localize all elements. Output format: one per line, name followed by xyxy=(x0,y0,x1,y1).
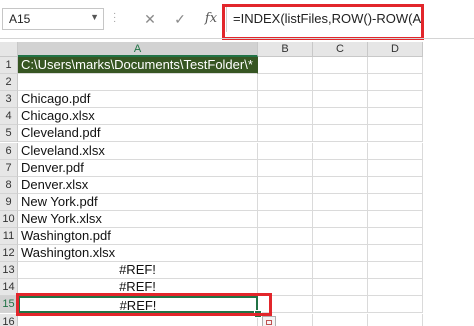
cell-b10[interactable] xyxy=(258,210,313,228)
cell-a8[interactable]: Denver.xlsx xyxy=(18,176,258,194)
column-header-c[interactable]: C xyxy=(313,42,368,57)
row-header-3[interactable]: 3 xyxy=(0,91,18,109)
fill-handle[interactable] xyxy=(254,309,262,318)
cell-d15[interactable] xyxy=(368,296,423,314)
paste-options-icon[interactable] xyxy=(262,315,276,326)
formula-buttons: ✕ ✓ fx xyxy=(128,8,224,30)
cell-c3[interactable] xyxy=(313,91,368,109)
cell-c10[interactable] xyxy=(313,210,368,228)
cell-a12[interactable]: Washington.xlsx xyxy=(18,245,258,263)
cell-d6[interactable] xyxy=(368,142,423,160)
insert-function-icon[interactable]: fx xyxy=(202,8,220,30)
cell-b2[interactable] xyxy=(258,74,313,92)
check-icon[interactable]: ✓ xyxy=(172,8,188,30)
cell-c6[interactable] xyxy=(313,142,368,160)
cell-a4[interactable]: Chicago.xlsx xyxy=(18,108,258,126)
cell-c4[interactable] xyxy=(313,108,368,126)
cell-b6[interactable] xyxy=(258,142,313,160)
cell-a11[interactable]: Washington.pdf xyxy=(18,228,258,246)
cell-d8[interactable] xyxy=(368,176,423,194)
row-header-5[interactable]: 5 xyxy=(0,125,18,143)
name-box[interactable]: A15 ▼ xyxy=(2,8,104,30)
row-header-9[interactable]: 9 xyxy=(0,193,18,211)
cell-a7[interactable]: Denver.pdf xyxy=(18,159,258,177)
cell-b3[interactable] xyxy=(258,91,313,109)
cell-d5[interactable] xyxy=(368,125,423,143)
cell-a14[interactable]: #REF! xyxy=(18,279,258,297)
cell-c2[interactable] xyxy=(313,74,368,92)
cell-d7[interactable] xyxy=(368,159,423,177)
name-box-value: A15 xyxy=(9,12,31,26)
cell-a15[interactable]: #REF! xyxy=(18,296,258,314)
select-all-corner[interactable] xyxy=(0,42,18,57)
cell-a3[interactable]: Chicago.pdf xyxy=(18,91,258,109)
cell-b14[interactable] xyxy=(258,279,313,297)
cell-d4[interactable] xyxy=(368,108,423,126)
cell-d13[interactable] xyxy=(368,262,423,280)
cell-c11[interactable] xyxy=(313,228,368,246)
row-header-6[interactable]: 6 xyxy=(0,142,18,160)
cell-b15[interactable] xyxy=(258,296,313,314)
column-header-d[interactable]: D xyxy=(368,42,423,57)
cell-d14[interactable] xyxy=(368,279,423,297)
divider xyxy=(0,38,474,39)
formula-bar: A15 ▼ · · · ✕ ✓ fx =INDEX(listFiles,ROW()-… xyxy=(0,0,474,40)
cell-d3[interactable] xyxy=(368,91,423,109)
cell-c5[interactable] xyxy=(313,125,368,143)
cell-d1[interactable] xyxy=(368,57,423,75)
cell-d9[interactable] xyxy=(368,193,423,211)
column-header-b[interactable]: B xyxy=(258,42,313,57)
row-header-4[interactable]: 4 xyxy=(0,108,18,126)
row-header-15[interactable]: 15 xyxy=(0,296,18,314)
cell-b9[interactable] xyxy=(258,193,313,211)
cell-c7[interactable] xyxy=(313,159,368,177)
cell-b8[interactable] xyxy=(258,176,313,194)
row-header-7[interactable]: 7 xyxy=(0,159,18,177)
spreadsheet-window: A15 ▼ · · · ✕ ✓ fx =INDEX(listFiles,ROW()-… xyxy=(0,0,474,326)
row-header-10[interactable]: 10 xyxy=(0,210,18,228)
cell-c8[interactable] xyxy=(313,176,368,194)
cell-a13[interactable]: #REF! xyxy=(18,262,258,280)
cell-c13[interactable] xyxy=(313,262,368,280)
cancel-icon[interactable]: ✕ xyxy=(142,8,158,30)
cell-a9[interactable]: New York.pdf xyxy=(18,193,258,211)
cell-c15[interactable] xyxy=(313,296,368,314)
formula-input[interactable]: =INDEX(listFiles,ROW()-ROW(A$2)) xyxy=(226,6,421,32)
grip-dots-icon: · · · xyxy=(113,8,117,27)
cell-c12[interactable] xyxy=(313,245,368,263)
cell-d12[interactable] xyxy=(368,245,423,263)
row-header-14[interactable]: 14 xyxy=(0,279,18,297)
row-header-8[interactable]: 8 xyxy=(0,176,18,194)
cell-d16[interactable] xyxy=(368,313,423,326)
cell-d11[interactable] xyxy=(368,228,423,246)
cell-b13[interactable] xyxy=(258,262,313,280)
chevron-down-icon[interactable]: ▼ xyxy=(90,12,99,22)
row-header-16[interactable]: 16 xyxy=(0,313,18,326)
cell-d2[interactable] xyxy=(368,74,423,92)
cell-c9[interactable] xyxy=(313,193,368,211)
cell-c16[interactable] xyxy=(313,313,368,326)
row-header-11[interactable]: 11 xyxy=(0,228,18,246)
cell-b5[interactable] xyxy=(258,125,313,143)
cell-a1[interactable]: C:\Users\marks\Documents\TestFolder\* xyxy=(18,57,258,75)
cell-b11[interactable] xyxy=(258,228,313,246)
column-header-a[interactable]: A xyxy=(18,42,258,57)
row-header-1[interactable]: 1 xyxy=(0,57,18,75)
cell-d10[interactable] xyxy=(368,210,423,228)
cell-a2[interactable] xyxy=(18,74,258,92)
cell-b12[interactable] xyxy=(258,245,313,263)
cell-a5[interactable]: Cleveland.pdf xyxy=(18,125,258,143)
row-header-13[interactable]: 13 xyxy=(0,262,18,280)
cell-b4[interactable] xyxy=(258,108,313,126)
cell-a6[interactable]: Cleveland.xlsx xyxy=(18,142,258,160)
cell-c1[interactable] xyxy=(313,57,368,75)
cell-a16[interactable] xyxy=(18,313,258,326)
row-header-12[interactable]: 12 xyxy=(0,245,18,263)
cell-a10[interactable]: New York.xlsx xyxy=(18,210,258,228)
cell-b1[interactable] xyxy=(258,57,313,75)
cell-c14[interactable] xyxy=(313,279,368,297)
cell-b7[interactable] xyxy=(258,159,313,177)
row-header-2[interactable]: 2 xyxy=(0,74,18,92)
